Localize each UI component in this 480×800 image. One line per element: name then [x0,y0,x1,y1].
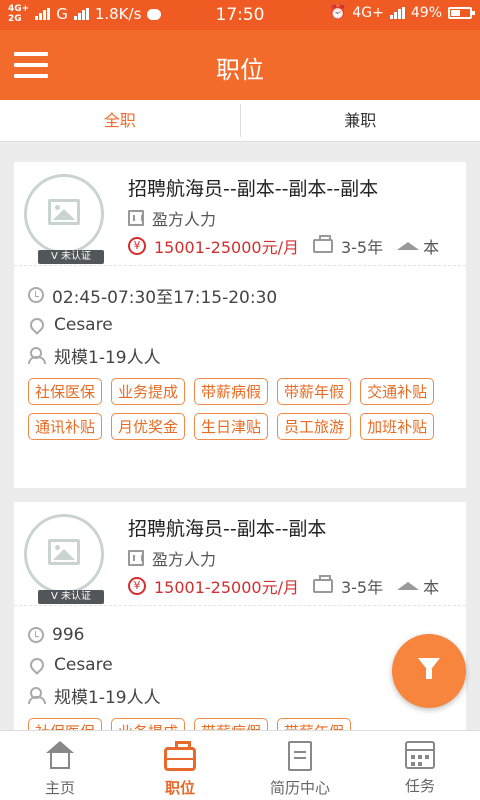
signal-icon-3 [389,7,405,19]
nav-jobs[interactable]: 职位 [120,731,240,800]
status-right: ⏰ 4G+ 49% [328,5,475,21]
bottom-nav: 主页 职位 简历中心 任务 [0,730,480,800]
resume-icon [288,741,312,771]
education: 本 [423,578,440,597]
company-size: 规模1-19人人 [54,687,161,708]
building-icon [128,550,144,566]
benefit-tag: 带薪病假 [194,718,269,730]
experience: 3-5年 [340,578,384,597]
benefit-tag: 加班补贴 [360,413,435,440]
people-icon [28,347,46,364]
benefit-tag: 员工旅游 [277,413,352,440]
yen-icon: ¥ [128,577,146,595]
location: Cesare [54,655,113,675]
home-icon [44,741,76,771]
experience: 3-5年 [340,238,384,257]
job-meta-row: ¥ 15001-25000元/月 3-5年 本 [128,574,466,598]
benefit-tag: 月优奖金 [111,413,186,440]
benefit-tag: 社保医保 [28,718,103,730]
benefit-tags: 社保医保 业务提成 带薪病假 带薪年假 [28,718,458,730]
battery-percent: 49% [410,5,442,21]
company-row: 盈方人力 [128,206,216,230]
nav-home-label: 主页 [44,779,75,797]
work-time: 02:45-07:30至17:15-20:30 [52,287,278,308]
benefit-tag: 业务提成 [111,718,186,730]
app-header: 职位 [0,30,480,100]
status-bar: 4G+ 2G G 1.8K/s 17:50 ⏰ 4G+ 49% [0,0,480,30]
filter-icon [418,658,440,679]
unverified-badge: V 未认证 [38,250,104,264]
company-logo [24,514,104,594]
benefit-tag: 业务提成 [111,378,186,405]
job-card[interactable]: V 未认证 招聘航海员--副本--副本 盈方人力 ¥ 15001-25000元/… [14,502,466,730]
alarm-icon: ⏰ [328,5,347,21]
job-title[interactable]: 招聘航海员--副本--副本 [128,514,326,541]
page-title: 职位 [216,56,264,84]
benefit-tag: 带薪年假 [277,378,352,405]
tab-part-time[interactable]: 兼职 [241,100,480,141]
location-pin-icon [27,315,47,335]
benefit-tag: 社保医保 [28,378,103,405]
location-pin-icon [27,655,47,675]
benefit-tag: 带薪病假 [194,378,269,405]
building-icon [128,210,144,226]
company-row: 盈方人力 [128,546,216,570]
tab-full-time[interactable]: 全职 [0,100,240,141]
briefcase-icon [312,235,333,253]
location: Cesare [54,315,113,335]
briefcase-icon [164,741,196,771]
job-card-header: V 未认证 招聘航海员--副本--副本--副本 盈方人力 ¥ 15001-250… [14,162,466,266]
benefit-tag: 通讯补贴 [28,413,103,440]
image-placeholder-icon [48,539,80,565]
work-time-row: 02:45-07:30至17:15-20:30 [28,280,466,310]
salary: 15001-25000元/月 [154,578,299,597]
job-meta-row: ¥ 15001-25000元/月 3-5年 本 [128,234,466,258]
company-name: 盈方人力 [152,550,217,569]
clock-icon [28,627,44,643]
company-size: 规模1-19人人 [54,347,161,368]
network-type-right: 4G+ [352,5,384,21]
job-card-header: V 未认证 招聘航海员--副本--副本 盈方人力 ¥ 15001-25000元/… [14,502,466,606]
clock-icon [28,287,44,303]
benefit-tags: 社保医保 业务提成 带薪病假 带薪年假 交通补贴 通讯补贴 月优奖金 生日津贴 … [28,378,458,440]
work-time: 996 [52,625,85,645]
education: 本 [423,238,440,257]
briefcase-icon [312,575,333,593]
benefit-tag: 带薪年假 [277,718,352,730]
nav-tasks-label: 任务 [404,777,435,795]
company-logo [24,174,104,254]
image-placeholder-icon [48,199,80,225]
benefit-tag: 交通补贴 [360,378,435,405]
job-card-details: 02:45-07:30至17:15-20:30 Cesare 规模1-19人人 … [14,266,466,440]
people-icon [28,687,46,704]
nav-resume-label: 简历中心 [269,779,330,797]
yen-icon: ¥ [128,237,146,255]
battery-icon [448,7,475,19]
nav-home[interactable]: 主页 [0,731,120,800]
job-title[interactable]: 招聘航海员--副本--副本--副本 [128,174,378,201]
nav-jobs-label: 职位 [164,779,195,797]
filter-button[interactable] [392,634,466,708]
salary: 15001-25000元/月 [154,238,299,257]
job-card[interactable]: V 未认证 招聘航海员--副本--副本--副本 盈方人力 ¥ 15001-250… [14,162,466,488]
company-name: 盈方人力 [152,210,217,229]
graduation-cap-icon [397,242,420,250]
job-type-tabs: 全职 兼职 [0,100,480,142]
location-row: Cesare [27,310,466,340]
nav-resume[interactable]: 简历中心 [240,731,360,800]
company-size-row: 规模1-19人人 [28,340,466,370]
unverified-badge: V 未认证 [38,590,104,604]
nav-tasks[interactable]: 任务 [360,731,480,800]
benefit-tag: 生日津贴 [194,413,269,440]
calendar-icon [405,741,435,769]
graduation-cap-icon [397,582,420,590]
